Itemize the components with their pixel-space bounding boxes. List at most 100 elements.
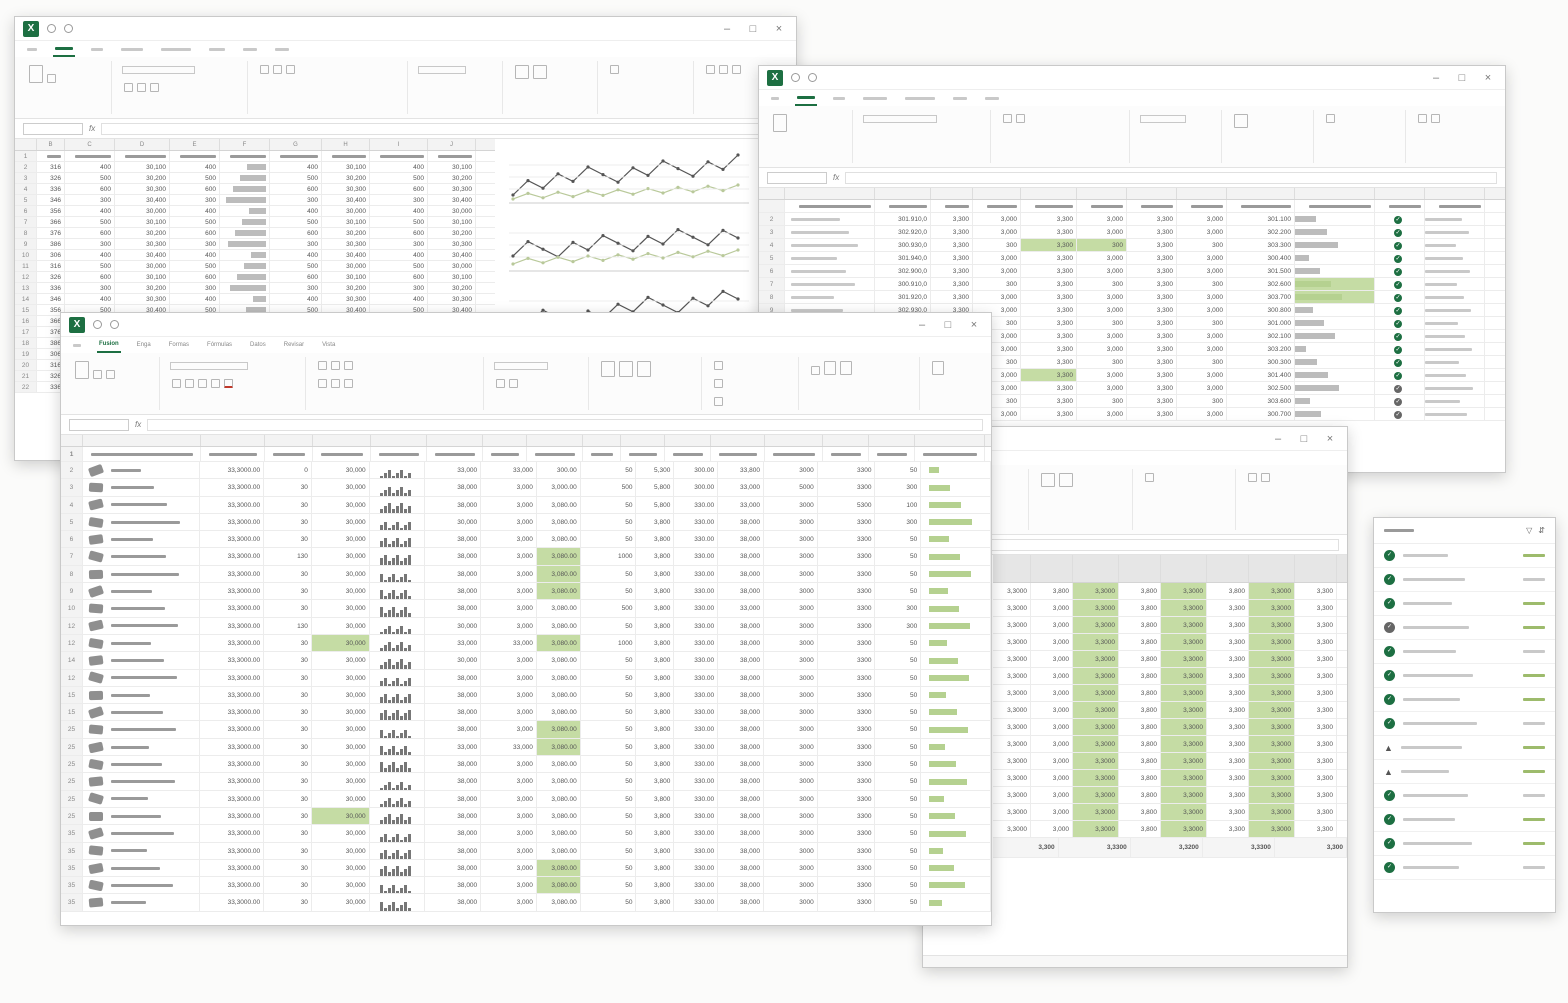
cell[interactable]: 300 xyxy=(1077,278,1127,290)
cell[interactable]: 3,300 xyxy=(1207,787,1249,803)
cell[interactable]: 3,800 xyxy=(1119,821,1161,837)
cell[interactable]: 3,080.00 xyxy=(537,686,581,704)
cell[interactable]: 38,000 xyxy=(425,859,482,877)
item-name-cell[interactable] xyxy=(83,756,201,773)
cell[interactable]: 50 xyxy=(875,565,922,583)
panel-item[interactable]: ✓ xyxy=(1374,784,1555,808)
cell[interactable]: 3,300 xyxy=(1207,736,1249,752)
cell[interactable]: 500 xyxy=(581,600,637,617)
sort-icon[interactable]: ⇵ xyxy=(1538,526,1545,535)
cell[interactable]: 30,100 xyxy=(115,272,170,282)
cell[interactable]: 300 xyxy=(875,513,922,531)
cell[interactable]: 33,3000.00 xyxy=(200,894,265,911)
cell[interactable]: 3,300 xyxy=(1021,213,1077,225)
column-header[interactable] xyxy=(371,435,427,446)
item-name-cell[interactable] xyxy=(83,686,201,704)
column-header[interactable] xyxy=(1295,555,1337,582)
cell[interactable]: 50 xyxy=(875,669,922,686)
cell[interactable] xyxy=(370,151,428,161)
cell[interactable] xyxy=(1127,200,1177,212)
cell[interactable]: 600 xyxy=(370,228,428,238)
cell[interactable]: 3,3000 xyxy=(1249,804,1295,820)
cell[interactable]: 33,3000.00 xyxy=(200,617,265,634)
cell[interactable]: 3000 xyxy=(764,634,818,652)
cell[interactable]: 3,000 xyxy=(481,686,537,704)
cell[interactable]: 600 xyxy=(170,272,220,282)
cell[interactable]: 316 xyxy=(37,261,65,271)
align-center-icon[interactable] xyxy=(272,65,282,74)
column-header[interactable] xyxy=(869,435,915,446)
cell[interactable]: 3300 xyxy=(818,704,876,721)
cell[interactable]: 5000 xyxy=(764,479,818,496)
cell[interactable]: 300.910,0 xyxy=(875,278,931,290)
cell[interactable]: 3,000 xyxy=(1177,369,1227,381)
currency-icon[interactable] xyxy=(495,379,505,388)
cell[interactable]: 346 xyxy=(37,294,65,304)
cell[interactable]: 330.00 xyxy=(674,877,719,894)
cell[interactable]: 316 xyxy=(37,162,65,172)
cell[interactable]: 330.00 xyxy=(674,686,719,704)
cell[interactable]: 3,3000 xyxy=(1073,736,1119,752)
column-header[interactable] xyxy=(1031,555,1073,582)
column-header[interactable] xyxy=(583,435,621,446)
formula-input[interactable] xyxy=(147,418,983,431)
cell[interactable]: 3,300 xyxy=(1295,770,1337,786)
cell[interactable]: 3,3000 xyxy=(1161,702,1207,718)
format-table-icon[interactable] xyxy=(532,65,547,79)
cell[interactable] xyxy=(1425,278,1485,290)
cell[interactable]: 3,300 xyxy=(1127,395,1177,407)
cell[interactable] xyxy=(220,239,270,249)
column-header[interactable] xyxy=(1207,555,1249,582)
cell[interactable]: 1000 xyxy=(581,634,637,652)
cell[interactable]: 400 xyxy=(65,162,115,172)
cell[interactable]: 330.00 xyxy=(674,600,719,617)
cell[interactable]: 3,000 xyxy=(481,894,537,911)
tab[interactable] xyxy=(159,41,193,57)
cell[interactable]: 3000 xyxy=(764,652,818,669)
cell[interactable]: 3000 xyxy=(764,842,818,859)
underline-icon[interactable] xyxy=(197,379,207,388)
cell[interactable]: 3,3000 xyxy=(1161,634,1207,650)
cell[interactable]: 30 xyxy=(264,686,312,704)
cell[interactable]: 400 xyxy=(65,206,115,216)
cell[interactable]: 3,080.00 xyxy=(536,859,581,877)
cell[interactable]: 3,3000 xyxy=(1161,668,1207,684)
cell[interactable]: 3,300 xyxy=(1021,226,1077,238)
cell[interactable]: 33,000 xyxy=(718,600,764,617)
cell[interactable]: 38,000 xyxy=(425,548,482,565)
cell[interactable]: 3,800 xyxy=(636,531,675,548)
tab[interactable] xyxy=(89,41,105,57)
cell[interactable] xyxy=(973,200,1021,212)
cell[interactable]: 300 xyxy=(973,278,1021,290)
cell[interactable]: 3,300 xyxy=(1021,239,1077,251)
column-header[interactable] xyxy=(1077,188,1127,199)
tab-data[interactable]: Datos xyxy=(248,337,268,353)
cell[interactable]: 30 xyxy=(264,600,312,617)
cell[interactable] xyxy=(270,151,322,161)
cell[interactable]: 3,3000 xyxy=(1073,770,1119,786)
format-table-icon[interactable] xyxy=(618,361,633,377)
cell[interactable]: 330.00 xyxy=(674,634,719,652)
cell[interactable]: 3,800 xyxy=(1031,583,1073,599)
cell[interactable]: 3,3000 xyxy=(1161,787,1207,803)
cell[interactable]: 330.00 xyxy=(674,738,719,756)
cell[interactable]: 3,300 xyxy=(1127,356,1177,368)
cell[interactable] xyxy=(220,250,270,260)
column-header[interactable] xyxy=(1127,188,1177,199)
merge-icon[interactable] xyxy=(343,379,353,388)
cell[interactable]: 50 xyxy=(581,807,637,825)
cell[interactable]: 30 xyxy=(264,583,312,600)
cell[interactable]: 301.940,0 xyxy=(875,252,931,264)
column-title[interactable] xyxy=(869,447,915,461)
cell[interactable]: 38,000 xyxy=(718,790,764,807)
cell[interactable]: 38,000 xyxy=(718,704,764,721)
cell[interactable] xyxy=(1295,408,1375,420)
panel-item[interactable]: ✓ xyxy=(1374,616,1555,640)
cell[interactable]: 30,000 xyxy=(312,877,370,894)
cell[interactable]: 30,000 xyxy=(312,565,370,583)
cell[interactable]: 30 xyxy=(264,894,312,911)
cell[interactable]: 30,100 xyxy=(428,162,476,172)
cell[interactable] xyxy=(1425,200,1485,212)
cell[interactable]: 3,300 xyxy=(1021,252,1077,264)
cell[interactable]: 50 xyxy=(581,652,637,669)
